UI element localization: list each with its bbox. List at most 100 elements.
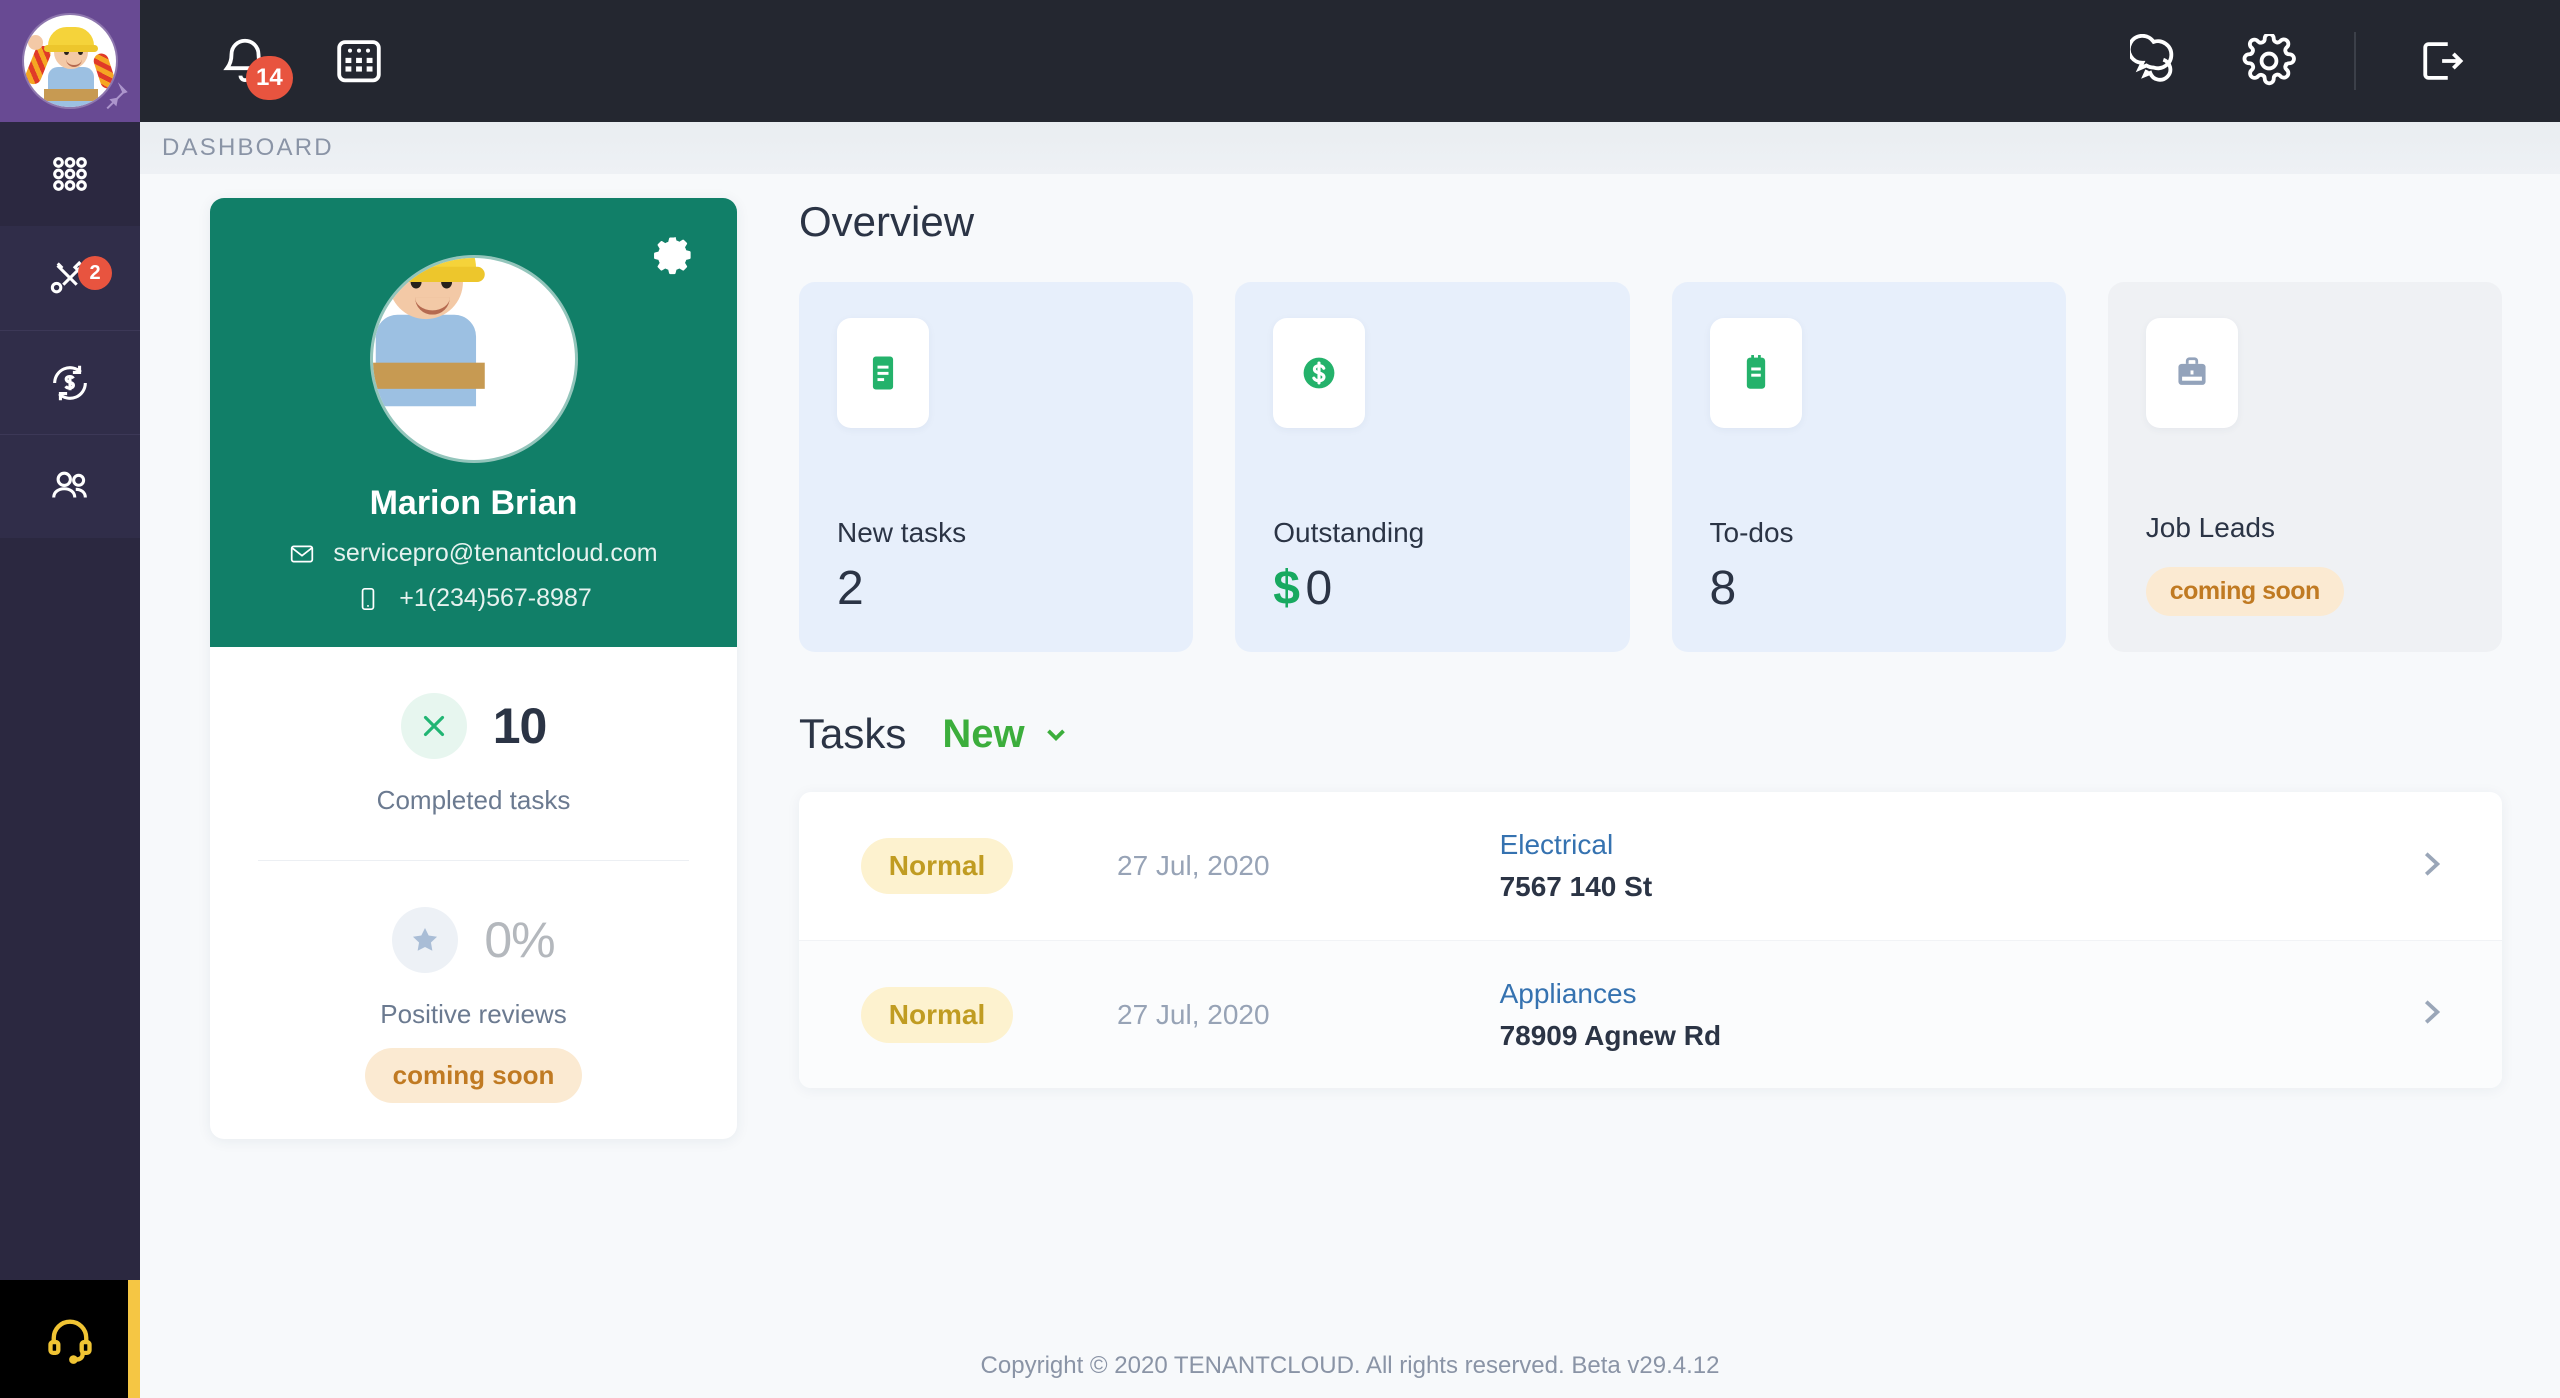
sidebar-item-contacts[interactable] — [0, 434, 140, 538]
settings-button[interactable] — [2242, 34, 2296, 88]
overview-card-job-leads[interactable]: Job Leads coming soon — [2107, 282, 2502, 652]
coming-soon-badge: coming soon — [2145, 567, 2344, 616]
overview-card-number: 2 — [837, 562, 864, 615]
overview-title: Overview — [799, 198, 975, 245]
star-icon — [413, 927, 438, 951]
overview-card-new-tasks[interactable]: New tasks 2 — [799, 282, 1194, 652]
tools-icon — [423, 715, 444, 737]
envelope-icon — [291, 545, 314, 562]
overview-card-number: 8 — [1709, 562, 1737, 615]
tasks-filter-dropdown[interactable]: New — [942, 712, 1070, 757]
tasks-header: Tasks New — [799, 710, 2502, 758]
overview-card-currency: $ — [1273, 562, 1300, 615]
money-refresh-icon — [53, 365, 87, 400]
sidebar-item-payments[interactable] — [0, 330, 140, 434]
people-icon — [52, 471, 87, 498]
overview-card-label: Job Leads — [2145, 512, 2275, 543]
chat-bubbles-icon — [2130, 34, 2174, 82]
profile-avatar — [372, 258, 575, 460]
overview-icon-wrap — [1709, 318, 1802, 428]
briefcase-icon — [2178, 357, 2206, 385]
profile-settings-button[interactable] — [653, 234, 695, 281]
status-badge: Normal — [861, 838, 1013, 894]
page-body: Marion Brian servicepro@tenantcloud.com — [140, 174, 2560, 1398]
logout-icon — [2423, 42, 2464, 80]
chevron-right-icon — [2424, 851, 2441, 876]
support-button[interactable] — [0, 1280, 140, 1398]
main-column: Overview New tasks 2 Outstanding $ 0 To-… — [737, 198, 2560, 1398]
tasks-title: Tasks — [799, 710, 907, 757]
overview-card-value: coming soon — [2145, 556, 2464, 616]
status-badge: Normal — [861, 986, 1013, 1043]
stat-row: 0% — [210, 907, 737, 973]
task-address: 7567 140 St — [1499, 871, 1653, 902]
grid-apps-icon — [53, 157, 87, 191]
sidebar-spacer — [0, 538, 140, 1280]
profile-phone: +1(234)567-8987 — [399, 584, 592, 612]
tasks-filter-label: New — [942, 711, 1025, 756]
overview-card-label: To-dos — [1709, 517, 1794, 548]
top-bar-divider — [2354, 32, 2356, 90]
stat-completed-tasks: 10 Completed tasks — [210, 647, 737, 826]
task-category[interactable]: Appliances — [1500, 978, 1721, 1010]
top-bar: 14 — [140, 0, 2560, 122]
headset-support-icon — [48, 1319, 92, 1364]
overview-card-label: New tasks — [837, 517, 967, 548]
overview-card-todos[interactable]: To-dos 8 — [1671, 282, 2066, 652]
top-bar-left: 14 — [140, 34, 386, 100]
calendar-icon — [337, 40, 381, 83]
overview-card-value: 8 — [1710, 561, 2028, 616]
stat-row: 10 — [210, 693, 737, 759]
profile-email-row: servicepro@tenantcloud.com — [210, 539, 737, 568]
profile-header: Marion Brian servicepro@tenantcloud.com — [210, 198, 737, 647]
task-date: 27 Jul, 2020 — [1117, 998, 1270, 1030]
sidebar-accent-bar — [128, 1280, 140, 1398]
stat-positive-reviews: 0% Positive reviews coming soon — [210, 861, 737, 1113]
task-info: Electrical 7567 140 St — [1500, 829, 1653, 903]
gear-icon — [2242, 34, 2296, 86]
tasks-list: Normal 27 Jul, 2020 Electrical 7567 140 … — [799, 792, 2502, 1088]
sidebar-item-apps[interactable] — [0, 122, 140, 226]
table-row[interactable]: Normal 27 Jul, 2020 Appliances 78909 Agn… — [799, 940, 2502, 1088]
stat-label: Positive reviews — [380, 999, 567, 1029]
calendar-button[interactable] — [332, 34, 386, 88]
profile-phone-row: +1(234)567-8987 — [210, 584, 737, 613]
sidebar-avatar[interactable] — [0, 0, 140, 122]
footer: Copyright © 2020 TENANTCLOUD. All rights… — [980, 1352, 1720, 1379]
task-category[interactable]: Electrical — [1500, 829, 1653, 861]
stat-label: Completed tasks — [376, 785, 571, 815]
dollar-circle-icon — [1303, 357, 1335, 389]
chat-button[interactable] — [2130, 34, 2184, 88]
overview-cards: New tasks 2 Outstanding $ 0 To-dos 8 Job… — [799, 282, 2502, 652]
mobile-icon — [361, 587, 375, 610]
sidebar-item-tasks[interactable]: 2 — [0, 226, 140, 330]
overview-card-outstanding[interactable]: Outstanding $0 — [1235, 282, 1630, 652]
task-address: 78909 Agnew Rd — [1499, 1019, 1722, 1051]
breadcrumb: DASHBOARD — [140, 122, 2560, 174]
overview-icon-wrap — [1273, 318, 1366, 428]
breadcrumb-label: DASHBOARD — [162, 134, 334, 161]
profile-column: Marion Brian servicepro@tenantcloud.com — [210, 198, 737, 1398]
overview-card-value: 2 — [837, 561, 1155, 616]
stat-value: 10 — [492, 698, 548, 754]
notifications-button[interactable]: 14 — [218, 34, 293, 100]
notifications-badge: 14 — [246, 56, 293, 100]
overview-icon-wrap — [2145, 318, 2238, 428]
document-lines-icon — [872, 356, 894, 390]
overview-icon-wrap — [837, 318, 929, 428]
coming-soon-badge: coming soon — [364, 1048, 583, 1103]
clipboard-icon — [1746, 355, 1765, 389]
dashboard-page: 2 14 DASHBOARD Marion Brian servicepro@t… — [0, 0, 2560, 1398]
task-date: 27 Jul, 2020 — [1117, 850, 1270, 881]
task-open-button[interactable] — [2412, 993, 2450, 1036]
chevron-right-icon — [2424, 1000, 2441, 1024]
pin-icon — [106, 82, 128, 110]
stat-icon-wrap — [392, 907, 459, 973]
profile-email: servicepro@tenantcloud.com — [333, 539, 658, 567]
task-open-button[interactable] — [2412, 845, 2450, 888]
top-bar-right — [2130, 32, 2560, 90]
task-info: Appliances 78909 Agnew Rd — [1500, 978, 1721, 1052]
table-row[interactable]: Normal 27 Jul, 2020 Electrical 7567 140 … — [799, 792, 2502, 940]
stat-value: 0% — [484, 912, 555, 968]
logout-button[interactable] — [2414, 34, 2468, 88]
